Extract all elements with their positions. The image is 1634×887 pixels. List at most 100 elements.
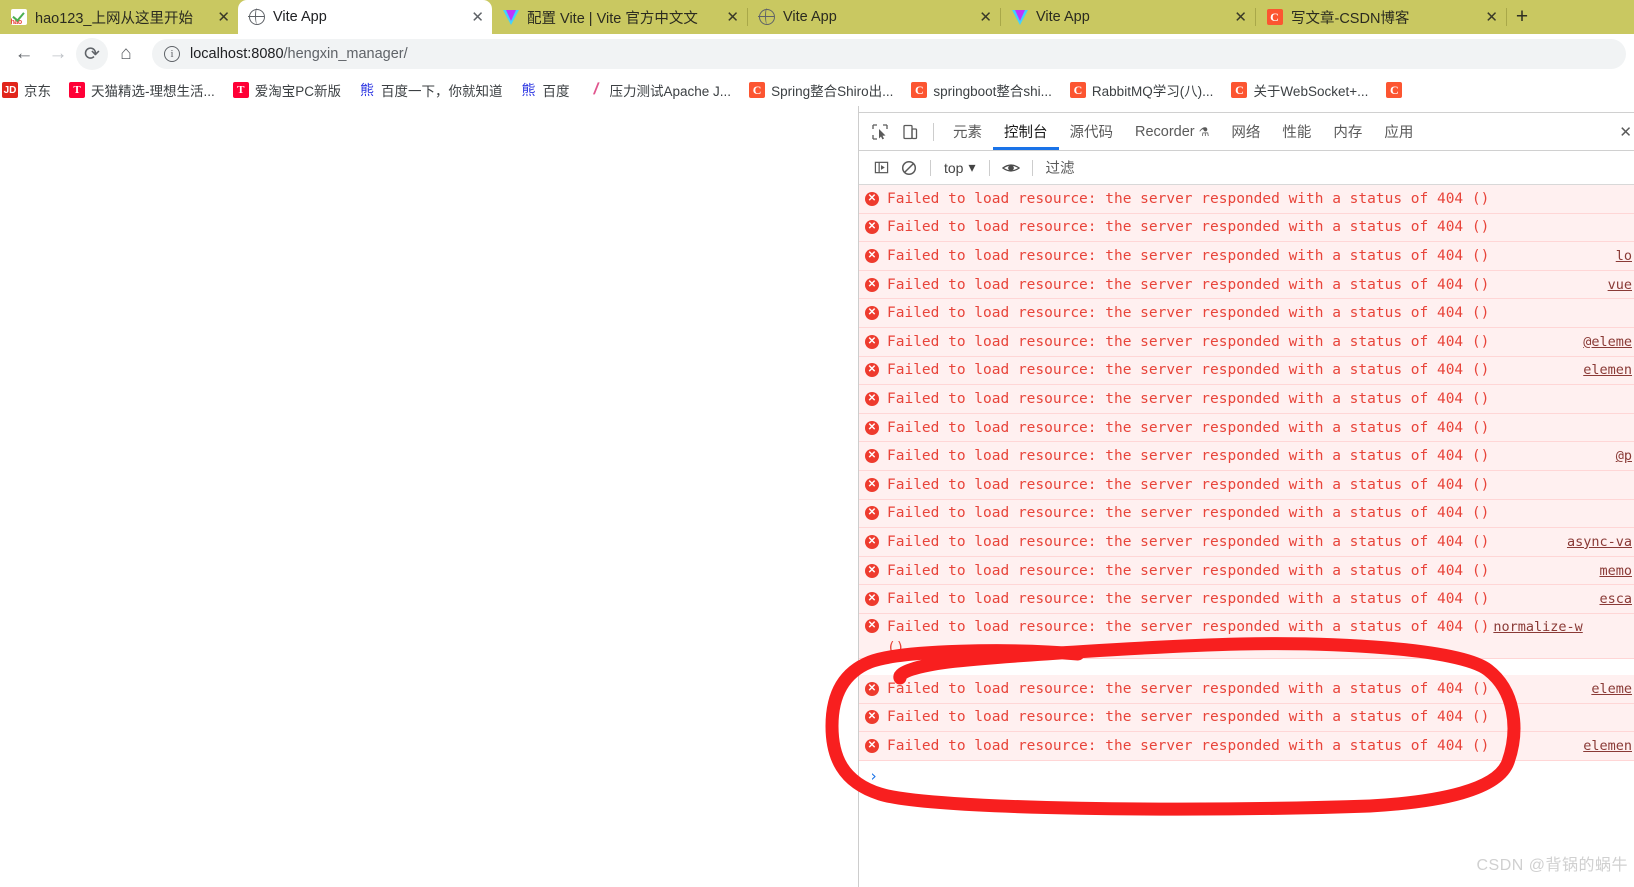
console-message: Failed to load resource: the server resp… (887, 362, 1490, 379)
console-error-row[interactable]: ✕ Failed to load resource: the server re… (859, 674, 1634, 704)
bookmark-label: 百度一下，你就知道 (381, 84, 503, 99)
tab-performance[interactable]: 性能 (1271, 113, 1322, 150)
bookmark-baidu[interactable]: 熊 百度 (512, 77, 579, 103)
close-icon[interactable]: ✕ (969, 8, 992, 26)
console-message: Failed to load resource: the server resp… (887, 305, 1490, 322)
console-source-link[interactable]: lo (1616, 248, 1634, 264)
devtools-top-strip (859, 106, 1634, 113)
csdn-icon: C (1386, 82, 1403, 98)
browser-tab-hao123[interactable]: hao123_上网从这里开始 ✕ (0, 0, 238, 34)
browser-window: hao123_上网从这里开始 ✕ Vite App ✕ 配置 Vite | Vi… (0, 0, 1634, 887)
error-icon: ✕ (865, 506, 879, 521)
tab-console[interactable]: 控制台 (993, 113, 1059, 150)
tab-title: Vite App (783, 9, 837, 25)
browser-tab-csdn[interactable]: C 写文章-CSDN博客 ✕ (1256, 0, 1506, 34)
console-source-link[interactable]: async-va (1567, 534, 1634, 550)
close-devtools-icon[interactable]: ✕ (1619, 123, 1634, 141)
console-error-row[interactable]: ✕ Failed to load resource: the server re… (859, 185, 1634, 214)
console-source-link[interactable]: @eleme (1583, 334, 1634, 350)
filterbar-divider (988, 159, 990, 176)
console-error-row[interactable]: ✕ Failed to load resource: the server re… (859, 270, 1634, 300)
console-error-row[interactable]: ✕ Failed to load resource: the server re… (859, 213, 1634, 243)
close-icon[interactable]: ✕ (207, 8, 230, 26)
console-error-row[interactable]: ✕ Failed to load resource: the server re… (859, 470, 1634, 500)
console-error-row[interactable]: ✕ Failed to load resource: the server re… (859, 585, 1634, 614)
console-error-row[interactable]: ✕ Failed to load resource: the server re… (859, 732, 1634, 761)
close-icon[interactable]: ✕ (461, 8, 484, 26)
bookmark-websocket[interactable]: C 关于WebSocket+... (1222, 77, 1377, 103)
bookmark-jmeter[interactable]: / 压力测试Apache J... (579, 77, 741, 103)
console-message: Failed to load resource: the server resp… (887, 680, 1490, 697)
console-error-row[interactable]: ✕ Failed to load resource: the server re… (859, 528, 1634, 557)
vite-icon (502, 9, 519, 26)
close-icon[interactable]: ✕ (1224, 8, 1247, 26)
tab-application[interactable]: 应用 (1373, 113, 1424, 150)
bookmark-label: Spring整合Shiro出... (771, 84, 894, 99)
tab-network[interactable]: 网络 (1220, 113, 1271, 150)
baidu-icon: 熊 (360, 82, 375, 98)
device-toolbar-icon[interactable] (895, 117, 925, 147)
bookmark-spring-shiro[interactable]: C Spring整合Shiro出... (740, 77, 902, 103)
site-info-icon[interactable]: i (164, 46, 180, 62)
execution-context-selector[interactable]: top ▾ (938, 159, 982, 176)
browser-tab-vite-app-2[interactable]: Vite App ✕ (748, 0, 1000, 34)
error-icon: ✕ (865, 477, 879, 492)
browser-tab-vite-config[interactable]: 配置 Vite | Vite 官方中文文 ✕ (492, 0, 747, 34)
reload-icon[interactable]: ⟳ (76, 38, 108, 70)
console-error-row[interactable]: ✕ Failed to load resource: the server re… (859, 413, 1634, 443)
console-source-link[interactable]: elemen (1583, 362, 1634, 378)
tab-recorder[interactable]: Recorder ⚗ (1124, 113, 1220, 150)
console-error-row[interactable]: ✕ Failed to load resource: the server re… (859, 385, 1634, 414)
tab-elements[interactable]: 元素 (942, 113, 993, 150)
console-source-link[interactable]: esca (1599, 591, 1634, 607)
close-icon[interactable]: ✕ (716, 8, 739, 26)
bookmark-rabbitmq[interactable]: C RabbitMQ学习(八)... (1061, 77, 1223, 103)
address-bar[interactable]: i localhost:8080/hengxin_manager/ (152, 39, 1626, 69)
clear-console-icon[interactable] (895, 154, 923, 182)
console-source-link[interactable]: vue (1608, 277, 1634, 293)
console-error-row[interactable]: ✕ Failed to load resource: the server re… (859, 703, 1634, 733)
live-expression-eye-icon[interactable] (997, 154, 1025, 182)
error-icon: ✕ (865, 710, 879, 725)
console-prompt[interactable]: › (859, 760, 1634, 791)
console-sidebar-toggle-icon[interactable] (867, 154, 895, 182)
console-error-row[interactable]: ✕ Failed to load resource: the server re… (859, 442, 1634, 471)
bookmark-tmall[interactable]: T 天猫精选-理想生活... (60, 77, 224, 103)
bookmark-label: 压力测试Apache J... (609, 84, 732, 99)
execution-context-label: top (944, 159, 964, 176)
bookmark-overflow[interactable]: C (1377, 79, 1403, 101)
console-error-row[interactable]: ✕ Failed to load resource: the server re… (859, 613, 1634, 659)
bookmark-baidu-search[interactable]: 熊 百度一下，你就知道 (350, 77, 512, 103)
console-error-row[interactable]: ✕ Failed to load resource: the server re… (859, 356, 1634, 386)
error-icon: ✕ (865, 191, 879, 206)
console-log-list[interactable]: ✕ Failed to load resource: the server re… (859, 185, 1634, 887)
console-source-link[interactable]: eleme (1591, 681, 1634, 697)
console-error-row[interactable]: ✕ Failed to load resource: the server re… (859, 499, 1634, 529)
back-icon[interactable]: ← (8, 38, 40, 70)
tab-sources[interactable]: 源代码 (1059, 113, 1125, 150)
console-error-row[interactable]: ✕ Failed to load resource: the server re… (859, 299, 1634, 328)
close-icon[interactable]: ✕ (1475, 8, 1498, 26)
bookmark-itaobao[interactable]: T 爱淘宝PC新版 (224, 77, 350, 103)
error-icon: ✕ (865, 681, 879, 696)
console-error-row[interactable]: ✕ Failed to load resource: the server re… (859, 556, 1634, 586)
console-source-link[interactable]: @p (1616, 448, 1634, 464)
new-tab-button[interactable]: + (1507, 0, 1537, 34)
bookmark-jingdong[interactable]: JD 京东 (0, 77, 60, 103)
console-source-link[interactable]: normalize-w (1493, 619, 1584, 635)
console-message: Failed to load resource: the server resp… (887, 533, 1490, 550)
csdn-icon: C (1069, 82, 1086, 98)
tab-memory[interactable]: 内存 (1322, 113, 1373, 150)
bookmark-springboot-shiro[interactable]: C springboot整合shi... (902, 77, 1061, 103)
forward-icon[interactable]: → (42, 38, 74, 70)
browser-tab-vite-app-1[interactable]: Vite App ✕ (238, 0, 492, 34)
console-source-link[interactable]: memo (1599, 563, 1634, 579)
browser-tab-vite-app-3[interactable]: Vite App ✕ (1001, 0, 1255, 34)
console-source-link[interactable]: elemen (1583, 738, 1634, 754)
bookmark-label: 京东 (24, 84, 51, 99)
console-filter-input[interactable]: 过滤 (1040, 157, 1634, 178)
console-error-row[interactable]: ✕ Failed to load resource: the server re… (859, 242, 1634, 271)
inspect-element-icon[interactable] (865, 117, 895, 147)
home-icon[interactable]: ⌂ (110, 38, 142, 70)
console-error-row[interactable]: ✕ Failed to load resource: the server re… (859, 327, 1634, 357)
